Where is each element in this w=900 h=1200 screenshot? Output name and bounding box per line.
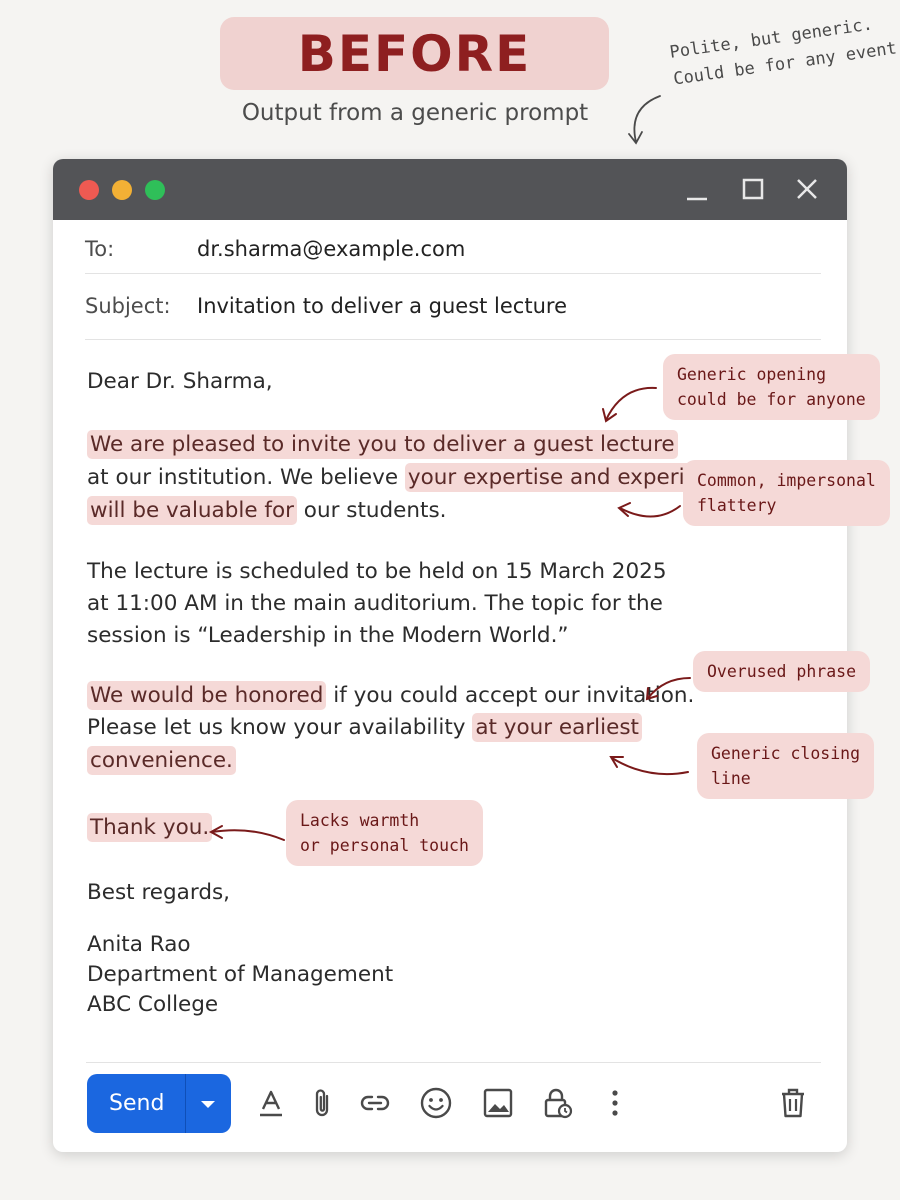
traffic-light-green[interactable] xyxy=(145,180,165,200)
annotation-text: Generic opening xyxy=(677,365,827,384)
toolbar-divider xyxy=(86,1062,821,1063)
handwritten-note: Polite, but generic. Could be for any ev… xyxy=(668,9,900,93)
close-icon[interactable] xyxy=(791,173,823,205)
annotation-impersonal-flattery: Common, impersonal flattery xyxy=(683,460,890,526)
annotation-text: flattery xyxy=(697,496,777,515)
body-text: our students. xyxy=(296,498,447,523)
link-icon[interactable] xyxy=(356,1084,394,1122)
emoji-icon[interactable] xyxy=(417,1084,455,1122)
annotation-generic-closing: Generic closing line xyxy=(697,733,875,799)
subject-label: Subject: xyxy=(85,294,171,318)
image-icon[interactable] xyxy=(479,1084,517,1122)
before-title: BEFORE xyxy=(297,24,532,83)
body-text: if you could accept our invitation. xyxy=(326,683,695,708)
annotation-overused-phrase: Overused phrase xyxy=(693,651,871,692)
body-line: at our institution. We believe your expe… xyxy=(87,462,740,494)
annotation-text: line xyxy=(711,769,751,788)
traffic-light-yellow[interactable] xyxy=(112,180,132,200)
send-divider xyxy=(185,1074,186,1133)
divider xyxy=(85,339,821,340)
signature-dept: Department of Management xyxy=(87,962,394,987)
body-line: session is “Leadership in the Modern Wor… xyxy=(87,623,569,648)
annotation-text: Overused phrase xyxy=(707,662,857,681)
signoff: Best regards, xyxy=(87,880,231,905)
to-label: To: xyxy=(85,237,115,261)
highlight-flattery: will be valuable for xyxy=(87,496,297,525)
annotation-text: Common, impersonal xyxy=(697,471,876,490)
highlight-overused-phrase: We would be honored xyxy=(87,681,327,710)
annotation-text: Generic closing xyxy=(711,744,861,763)
body-line: Please let us know your availability at … xyxy=(87,712,642,744)
body-line: We are pleased to invite you to deliver … xyxy=(87,429,678,461)
send-options-caret-icon[interactable] xyxy=(193,1092,223,1116)
body-line: Thank you. xyxy=(87,812,213,844)
divider xyxy=(85,273,821,274)
body-line: The lecture is scheduled to be held on 1… xyxy=(87,559,667,584)
confidential-lock-icon[interactable] xyxy=(538,1084,576,1122)
send-label: Send xyxy=(109,1091,165,1116)
attach-icon[interactable] xyxy=(303,1084,341,1122)
delete-icon[interactable] xyxy=(774,1084,812,1122)
to-field[interactable]: dr.sharma@example.com xyxy=(197,237,465,261)
body-line: convenience. xyxy=(87,745,236,777)
annotation-text: could be for anyone xyxy=(677,390,866,409)
traffic-light-red[interactable] xyxy=(79,180,99,200)
greeting: Dear Dr. Sharma, xyxy=(87,369,273,394)
annotation-generic-opening: Generic opening could be for anyone xyxy=(663,354,880,420)
maximize-icon[interactable] xyxy=(737,173,769,205)
body-line: will be valuable for our students. xyxy=(87,495,446,527)
body-text: Please let us know your availability xyxy=(87,715,473,740)
highlight-generic-opening: We are pleased to invite you to deliver … xyxy=(87,430,678,459)
minimize-icon[interactable] xyxy=(681,173,713,205)
body-line: We would be honored if you could accept … xyxy=(87,680,694,712)
send-button[interactable]: Send xyxy=(87,1074,231,1133)
body-text: at our institution. We believe xyxy=(87,465,405,490)
signature-org: ABC College xyxy=(87,992,219,1017)
highlight-thanks: Thank you. xyxy=(87,813,213,842)
before-badge: BEFORE xyxy=(220,17,609,90)
text-format-icon[interactable] xyxy=(252,1084,290,1122)
signature-name: Anita Rao xyxy=(87,932,191,957)
subtitle: Output from a generic prompt xyxy=(241,100,589,126)
annotation-text: or personal touch xyxy=(300,836,469,855)
more-options-icon[interactable] xyxy=(596,1084,634,1122)
annotation-text: Lacks warmth xyxy=(300,811,420,830)
highlight-generic-closing: at your earliest xyxy=(472,713,642,742)
window-titlebar xyxy=(53,159,847,220)
body-line: at 11:00 AM in the main auditorium. The … xyxy=(87,591,663,616)
highlight-generic-closing: convenience. xyxy=(87,746,236,775)
subject-field[interactable]: Invitation to deliver a guest lecture xyxy=(197,294,567,318)
annotation-lacks-warmth: Lacks warmth or personal touch xyxy=(286,800,483,866)
